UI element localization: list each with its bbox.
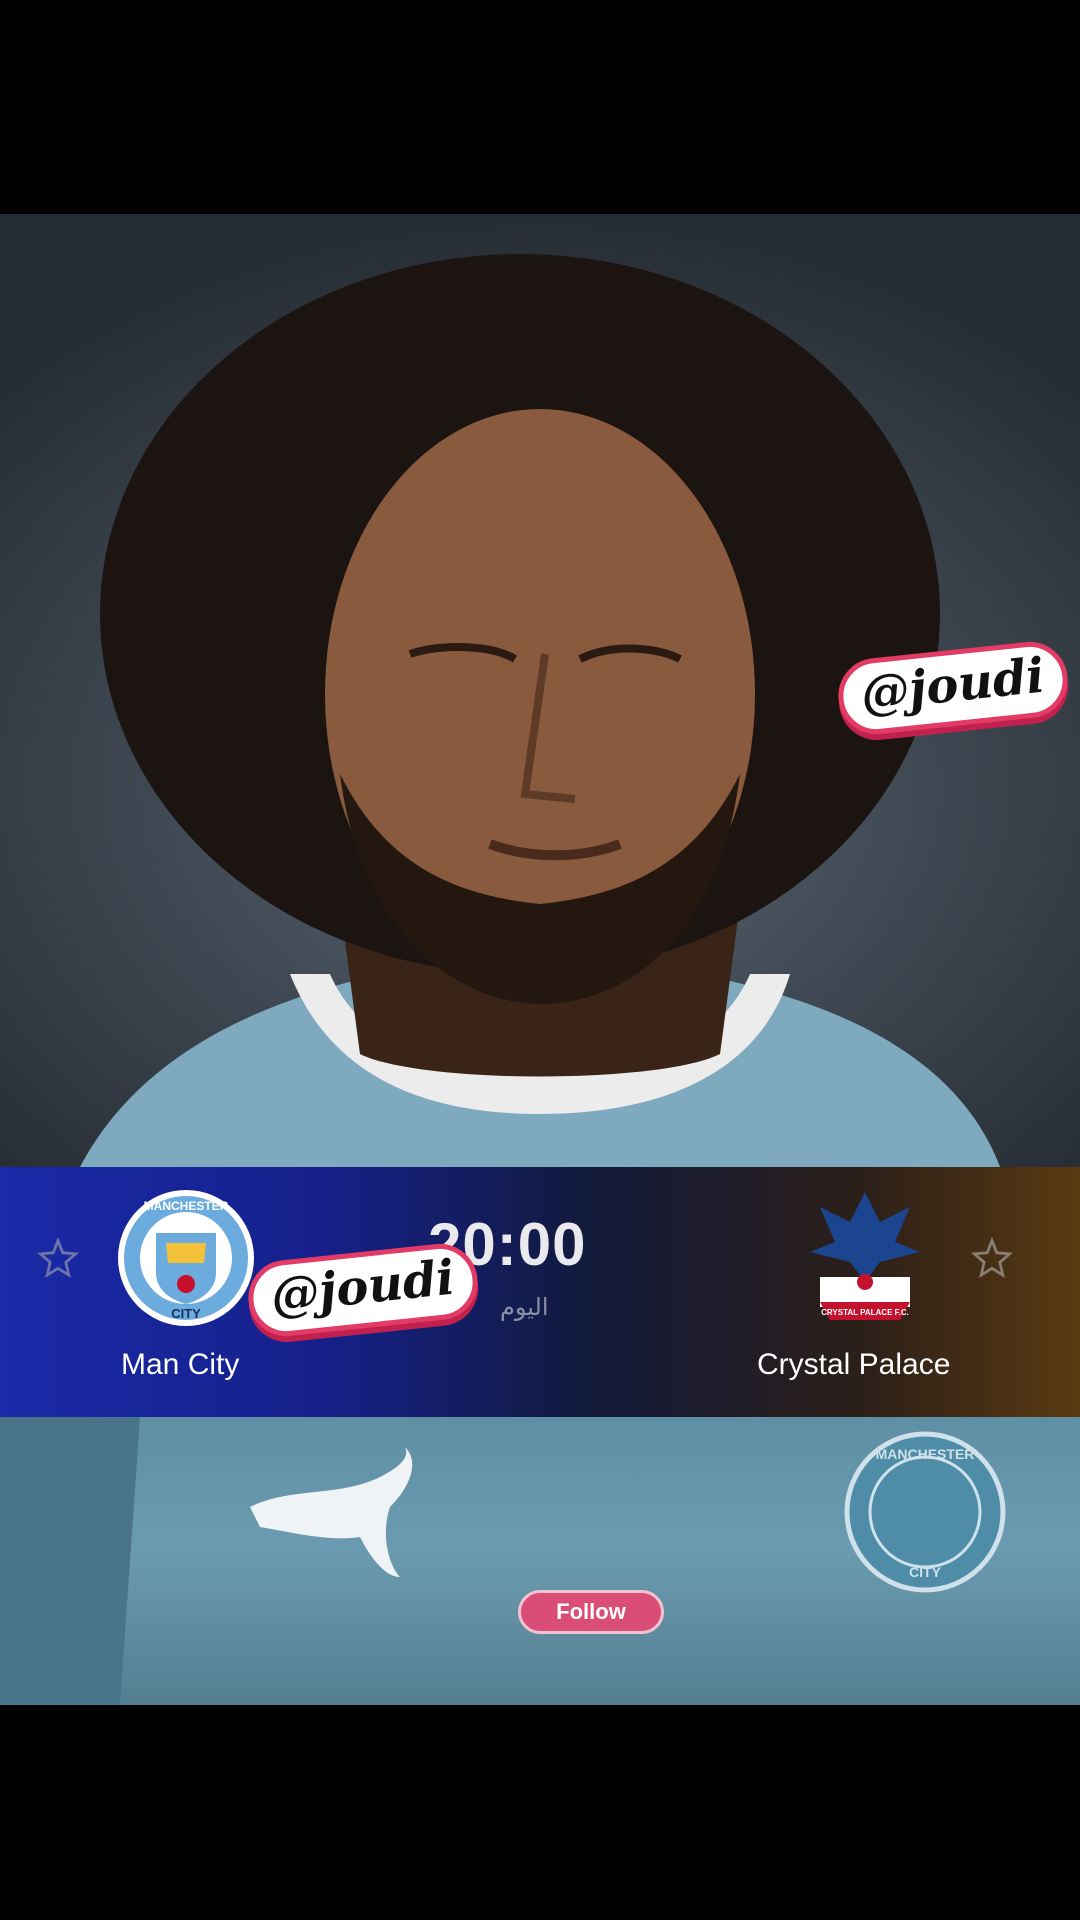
crystal-palace-crest: CRYSTAL PALACE F.C. [810, 1192, 920, 1320]
svg-text:CITY: CITY [909, 1564, 942, 1580]
star-icon[interactable] [36, 1237, 80, 1281]
away-team-name: Crystal Palace [757, 1348, 951, 1381]
home-team-name: Man City [121, 1348, 240, 1381]
svg-text:MANCHESTER: MANCHESTER [144, 1199, 229, 1213]
top-letterbox [0, 0, 1080, 214]
man-city-crest: MANCHESTER CITY [118, 1190, 254, 1326]
svg-text:CITY: CITY [171, 1306, 201, 1321]
puma-logo [250, 1447, 413, 1577]
svg-text:MANCHESTER: MANCHESTER [876, 1446, 975, 1462]
player-shirt-photo: MANCHESTER CITY [0, 1417, 1080, 1705]
follow-button[interactable]: Follow [518, 1590, 664, 1634]
star-icon[interactable] [970, 1237, 1014, 1281]
shirt-illustration: MANCHESTER CITY [0, 1417, 1006, 1705]
bottom-letterbox [0, 1705, 1080, 1920]
match-day: اليوم [500, 1293, 549, 1321]
svg-text:CRYSTAL PALACE F.C.: CRYSTAL PALACE F.C. [821, 1308, 909, 1317]
